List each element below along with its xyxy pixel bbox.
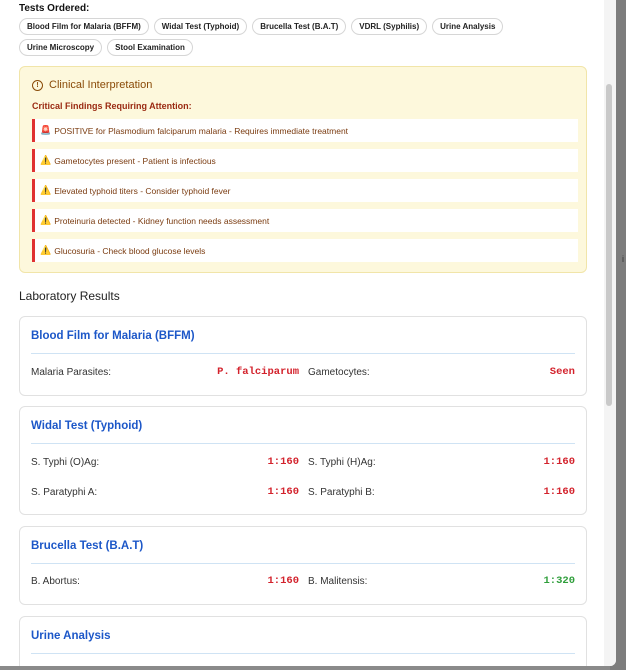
finding-text: POSITIVE for Plasmodium falciparum malar… — [54, 125, 349, 136]
result-value: P. falciparum — [217, 366, 299, 378]
result-label: S. Paratyphi A: — [31, 487, 98, 498]
lab-report-modal: Tests Ordered: Blood Film for Malaria (B… — [0, 0, 616, 666]
warning-icon: ⚠️ — [40, 245, 52, 255]
result-value: 1:320 — [543, 575, 575, 587]
test-chip: VDRL (Syphilis) — [351, 18, 428, 35]
warning-icon: ⚠️ — [40, 215, 52, 225]
info-icon: ! — [32, 79, 43, 91]
card-divider — [31, 563, 575, 564]
card-title: Widal Test (Typhoid) — [31, 420, 143, 432]
result-label: B. Malitensis: — [308, 576, 368, 587]
card-divider — [31, 353, 575, 354]
clinical-interpretation-panel: ! Clinical Interpretation Critical Findi… — [19, 66, 587, 273]
test-chip: Urine Microscopy — [19, 39, 103, 56]
tests-ordered-title: Tests Ordered: — [19, 3, 90, 14]
warning-icon: ⚠️ — [40, 185, 52, 195]
finding-text: Proteinuria detected - Kidney function n… — [54, 215, 270, 226]
test-chip: Blood Film for Malaria (BFFM) — [19, 18, 149, 35]
finding-item: ⚠️ Glucosuria - Check blood glucose leve… — [32, 239, 578, 262]
card-title: Urine Analysis — [31, 630, 111, 642]
brucella-card: Brucella Test (B.A.T) B. Abortus: 1:160 … — [19, 526, 587, 605]
test-chip: Urine Analysis — [432, 18, 504, 35]
card-title: Blood Film for Malaria (BFFM) — [31, 330, 195, 342]
laboratory-results-title: Laboratory Results — [19, 289, 120, 303]
finding-item: 🚨 POSITIVE for Plasmodium falciparum mal… — [32, 119, 578, 142]
interpretation-title: Clinical Interpretation — [49, 79, 153, 91]
scrollbar[interactable] — [604, 0, 616, 666]
test-chip: Widal Test (Typhoid) — [153, 18, 248, 35]
finding-text: Gametocytes present - Patient is infecti… — [54, 155, 216, 166]
test-chip: Brucella Test (B.A.T) — [252, 18, 347, 35]
result-label: Malaria Parasites: — [31, 367, 112, 378]
result-value: 1:160 — [543, 456, 575, 468]
result-value: 1:160 — [267, 575, 299, 587]
card-divider — [31, 653, 575, 654]
scrollbar-thumb[interactable] — [606, 84, 612, 406]
result-value: Seen — [549, 366, 575, 378]
result-label: S. Typhi (O)Ag: — [31, 457, 100, 468]
widal-card: Widal Test (Typhoid) S. Typhi (O)Ag: 1:1… — [19, 406, 587, 515]
warning-icon: ⚠️ — [40, 155, 52, 165]
bffm-card: Blood Film for Malaria (BFFM) Malaria Pa… — [19, 316, 587, 396]
alarm-icon: 🚨 — [40, 125, 52, 135]
result-value: 1:160 — [267, 486, 299, 498]
card-divider — [31, 443, 575, 444]
result-value: 1:160 — [543, 486, 575, 498]
result-label: S. Paratyphi B: — [308, 487, 375, 498]
finding-text: Glucosuria - Check blood glucose levels — [54, 245, 206, 256]
finding-item: ⚠️ Proteinuria detected - Kidney functio… — [32, 209, 578, 232]
card-title: Brucella Test (B.A.T) — [31, 540, 144, 552]
finding-text: Elevated typhoid titers - Consider typho… — [54, 185, 231, 196]
finding-item: ⚠️ Elevated typhoid titers - Consider ty… — [32, 179, 578, 202]
backdrop-fragment: i — [622, 254, 624, 264]
critical-findings-subtitle: Critical Findings Requiring Attention: — [32, 101, 192, 111]
interpretation-header: ! Clinical Interpretation — [32, 79, 152, 91]
tests-ordered-chips: Blood Film for Malaria (BFFM) Widal Test… — [19, 18, 579, 56]
test-chip: Stool Examination — [107, 39, 193, 56]
urine-analysis-card: Urine Analysis — [19, 616, 587, 666]
modal-scroll-area[interactable]: Tests Ordered: Blood Film for Malaria (B… — [0, 0, 604, 666]
result-label: Gametocytes: — [308, 367, 370, 378]
finding-item: ⚠️ Gametocytes present - Patient is infe… — [32, 149, 578, 172]
result-label: B. Abortus: — [31, 576, 80, 587]
result-value: 1:160 — [267, 456, 299, 468]
result-label: S. Typhi (H)Ag: — [308, 457, 376, 468]
